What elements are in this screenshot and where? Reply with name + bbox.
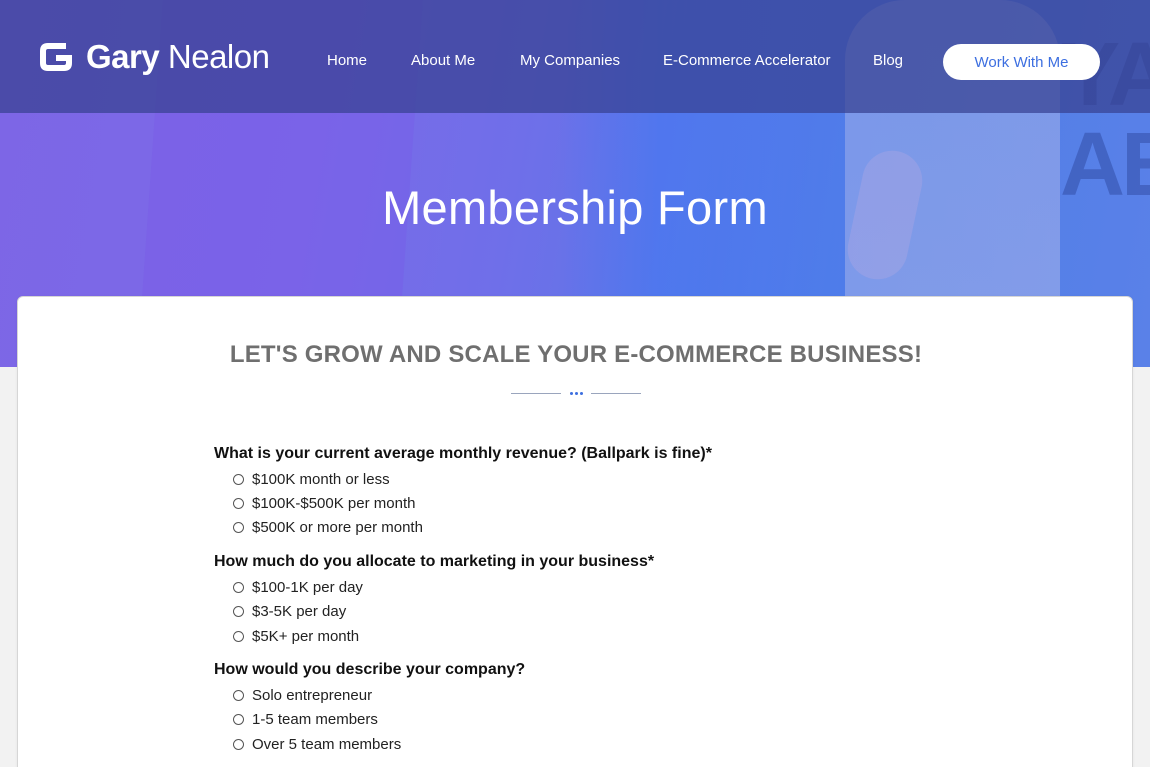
option-company-3[interactable]: Over 5 team members [233,736,401,753]
question-marketing: How much do you allocate to marketing in… [214,553,655,570]
radio-button[interactable] [233,631,244,642]
option-company-2[interactable]: 1-5 team members [233,711,378,728]
radio-button[interactable] [233,474,244,485]
logo-first-name: Gary [86,38,160,75]
logo-icon [36,37,76,77]
nav-ecommerce-accelerator[interactable]: E-Commerce Accelerator [663,52,831,69]
radio-button[interactable] [233,714,244,725]
divider-dot [580,392,583,395]
question-company: How would you describe your company? [214,661,526,678]
divider-dot [570,392,573,395]
radio-button[interactable] [233,690,244,701]
option-marketing-3[interactable]: $5K+ per month [233,628,359,645]
logo-last-name: Nealon [167,38,270,75]
nav-blog[interactable]: Blog [873,52,903,69]
option-revenue-3[interactable]: $500K or more per month [233,519,423,536]
radio-button[interactable] [233,498,244,509]
page-title: Membership Form [382,181,768,234]
radio-button[interactable] [233,606,244,617]
site-logo[interactable]: Gary Nealon [36,36,270,78]
site-header: Gary Nealon Home About Me My Companies E… [0,0,1150,113]
radio-button[interactable] [233,522,244,533]
nav-home[interactable]: Home [327,52,367,69]
work-with-me-button[interactable]: Work With Me [943,44,1100,80]
question-revenue: What is your current average monthly rev… [214,445,712,462]
nav-about-me[interactable]: About Me [411,52,475,69]
form-card: LET'S GROW AND SCALE YOUR E-COMMERCE BUS… [17,296,1133,767]
nav-my-companies[interactable]: My Companies [520,52,620,69]
option-marketing-2[interactable]: $3-5K per day [233,603,346,620]
divider-dot [575,392,578,395]
option-company-1[interactable]: Solo entrepreneur [233,687,372,704]
radio-button[interactable] [233,739,244,750]
heading-divider [511,391,641,397]
option-marketing-1[interactable]: $100-1K per day [233,579,363,596]
logo-wordmark: Gary Nealon [86,38,270,76]
option-revenue-1[interactable]: $100K month or less [233,471,390,488]
option-revenue-2[interactable]: $100K-$500K per month [233,495,415,512]
form-heading: LET'S GROW AND SCALE YOUR E-COMMERCE BUS… [229,341,923,368]
radio-button[interactable] [233,582,244,593]
